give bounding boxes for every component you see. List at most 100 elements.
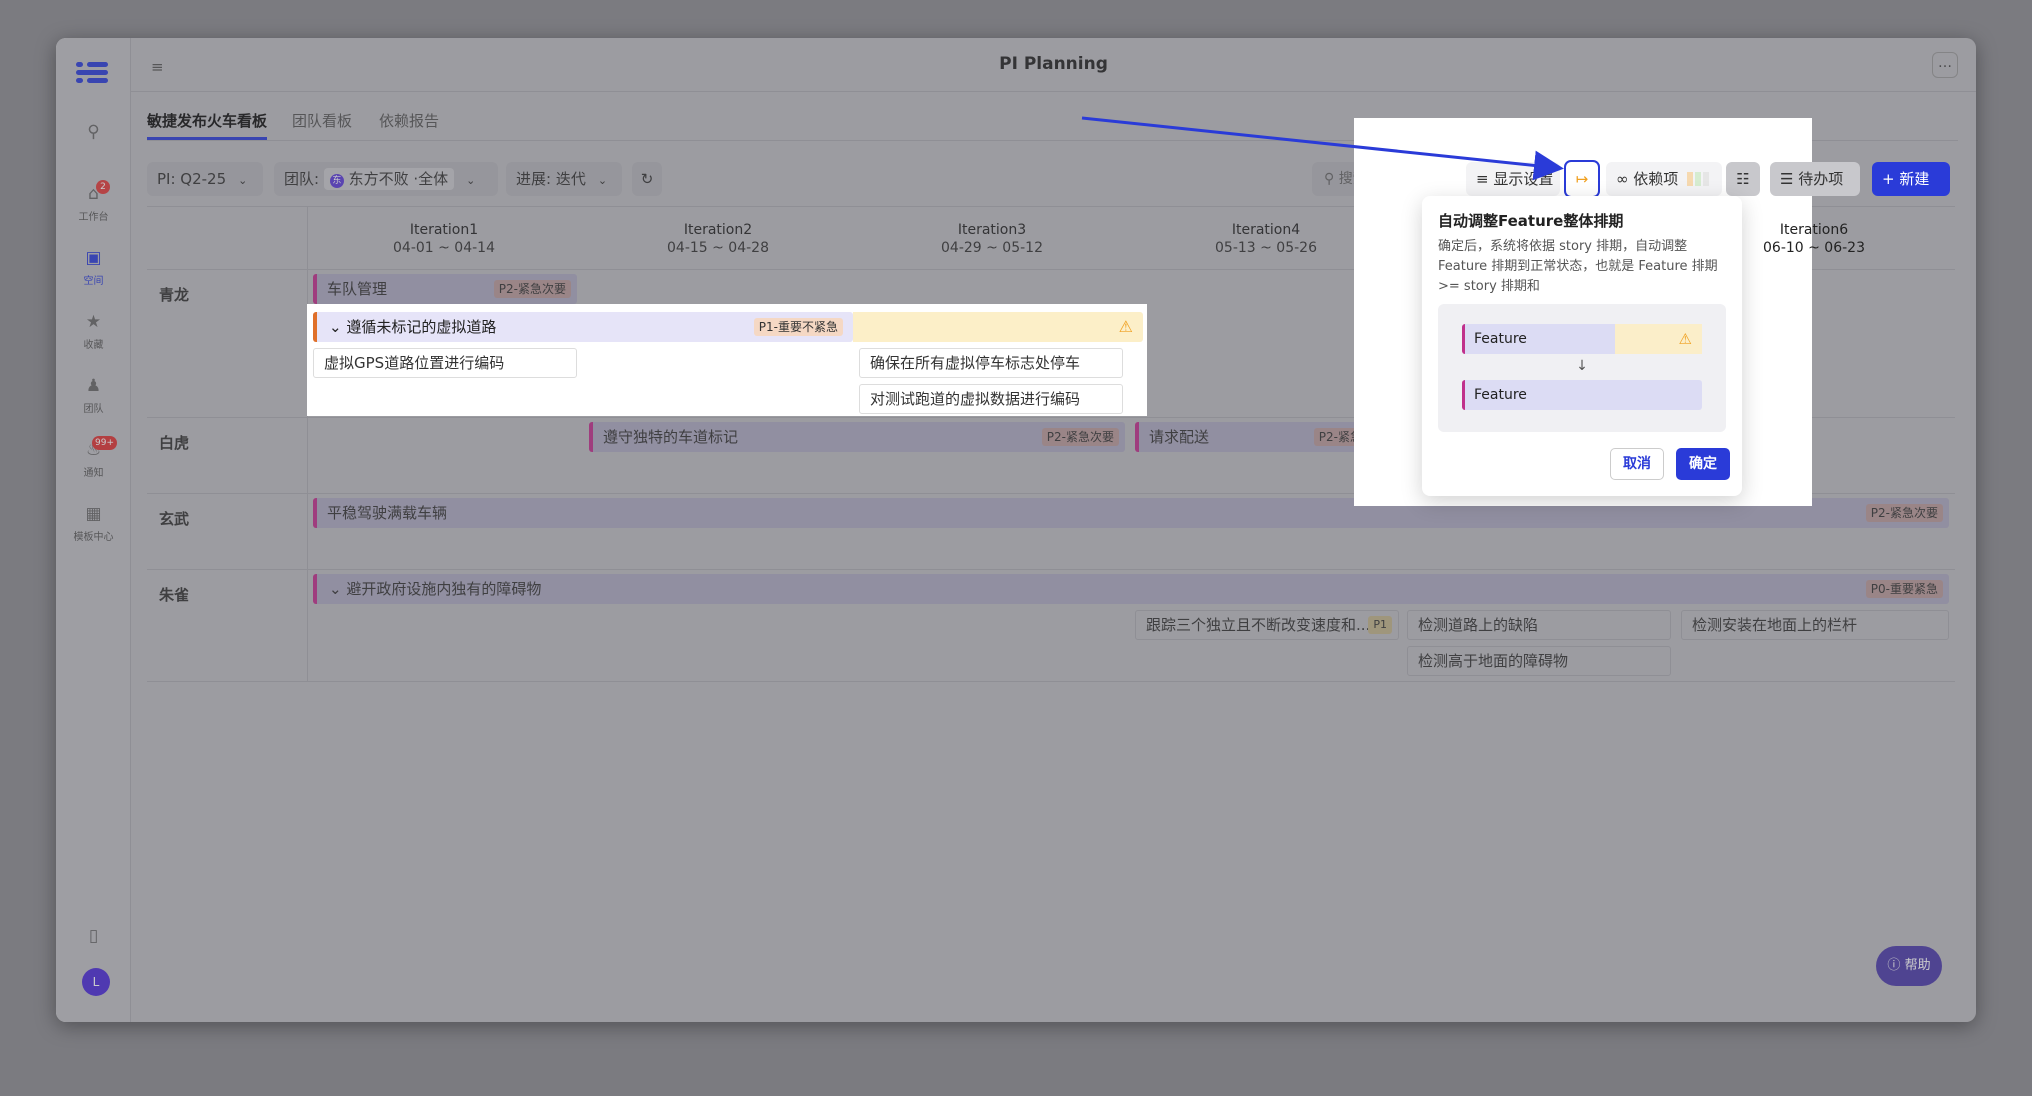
story-title: 确保在所有虚拟停车标志处停车: [870, 354, 1081, 372]
popover-illustration: ⚠ Feature ↓ Feature: [1438, 304, 1726, 432]
story-card[interactable]: 检测道路上的缺陷: [1407, 610, 1671, 640]
more-button[interactable]: …: [1932, 52, 1958, 78]
story-card[interactable]: 检测安装在地面上的栏杆: [1681, 610, 1949, 640]
new-button[interactable]: + 新建: [1872, 162, 1950, 196]
priority-tag: P1-重要不紧急: [753, 318, 843, 336]
stack-icon: ☰: [1780, 170, 1794, 188]
priority-tag: P0-重要紧急: [1865, 580, 1943, 598]
rail-item-space[interactable]: ▣ 空间: [56, 248, 131, 287]
lane-zhuque: 朱雀 ⌄ 避开政府设施内独有的障碍物 P0-重要紧急 跟踪三个独立且不断改变速度…: [147, 570, 1955, 682]
new-label: 新建: [1899, 170, 1930, 188]
refresh-button[interactable]: ↻: [632, 162, 662, 196]
search-icon: ⚲: [87, 122, 100, 142]
help-icon: ⓘ: [1887, 958, 1901, 973]
lane-name: 白虎: [159, 434, 190, 452]
confirm-button[interactable]: 确定: [1676, 448, 1730, 480]
user-avatar[interactable]: L: [82, 968, 110, 996]
story-title: 检测高于地面的障碍物: [1418, 652, 1569, 670]
rail-label: 空间: [83, 276, 104, 287]
dependencies-label: 依赖项: [1633, 170, 1679, 188]
feature-title: 遵守独特的车道标记: [603, 428, 739, 446]
arrow-down-icon: ↓: [1576, 358, 1588, 374]
story-card[interactable]: 确保在所有虚拟停车标志处停车: [859, 348, 1123, 378]
lane-name: 玄武: [159, 510, 190, 528]
feature-bar[interactable]: ⌄ 避开政府设施内独有的障碍物 P0-重要紧急: [313, 574, 1949, 604]
team-pill: 东 东方不败 ·全体: [323, 168, 455, 190]
auto-adjust-popover: 自动调整Feature整体排期 确定后，系统将依据 story 排期，自动调整 …: [1422, 196, 1742, 496]
highlight-feature-region: ⌄ 遵循未标记的虚拟道路 P1-重要不紧急 ⚠ 虚拟GPS道路位置进行编码 确保…: [307, 304, 1147, 416]
rail-label: 团队: [83, 404, 104, 415]
feature-bar[interactable]: 遵守独特的车道标记 P2-紧急次要: [589, 422, 1125, 452]
dependencies-button[interactable]: ∞ 依赖项: [1606, 162, 1722, 196]
hierarchy-icon: ☷: [1736, 170, 1750, 188]
iteration-col-3: Iteration3 04-29 ~ 05-12: [941, 222, 1043, 256]
rail-item-team[interactable]: ♟ 团队: [56, 376, 131, 415]
feature-bar[interactable]: 车队管理 P2-紧急次要: [313, 274, 577, 304]
rail-label: 模板中心: [73, 532, 114, 543]
help-button[interactable]: ⓘ 帮助: [1876, 946, 1942, 986]
story-card[interactable]: 虚拟GPS道路位置进行编码: [313, 348, 577, 378]
lane-name: 青龙: [159, 286, 190, 304]
tab-dependency-report[interactable]: 依赖报告: [379, 110, 439, 131]
priority-tag: P2-紧急次要: [493, 280, 571, 298]
iteration-col-1: Iteration1 04-01 ~ 04-14: [393, 222, 495, 256]
team-value: 东方不败 ·全体: [348, 170, 449, 188]
priority-tag: P1: [1368, 616, 1392, 634]
auto-adjust-button[interactable]: ↦: [1564, 160, 1600, 198]
rail-item-notifications[interactable]: ♨ 99+ 通知: [56, 436, 131, 479]
pi-select[interactable]: PI: Q2-25 ⌄: [147, 162, 263, 196]
template-icon: ▦: [85, 504, 102, 524]
priority-tag: P2-紧急次要: [1865, 504, 1943, 522]
rail-label: 工作台: [78, 212, 109, 223]
app-logo[interactable]: [76, 62, 108, 84]
story-title: 跟踪三个独立且不断改变速度和...: [1146, 616, 1371, 634]
mobile-nav[interactable]: ▯: [56, 926, 131, 950]
progress-select[interactable]: 进展: 迭代 ⌄: [506, 162, 622, 196]
cancel-button[interactable]: 取消: [1610, 448, 1664, 480]
overdue-segment: ⚠: [853, 312, 1143, 342]
popover-description: 确定后，系统将依据 story 排期，自动调整 Feature 排期到正常状态，…: [1438, 239, 1718, 294]
story-card[interactable]: 跟踪三个独立且不断改变速度和... P1: [1135, 610, 1399, 640]
tab-release-train[interactable]: 敏捷发布火车看板: [147, 110, 268, 140]
notification-badge: 99+: [92, 436, 117, 450]
demo-feature-label: Feature: [1474, 387, 1527, 403]
left-rail: ⚲ ⌂ 2 工作台 ▣ 空间 ★ 收藏 ♟ 团队 ♨ 99+ 通知 ▦ 模板中心: [56, 38, 131, 1022]
sliders-icon: ≡: [1476, 170, 1489, 188]
rail-label: 收藏: [83, 340, 104, 351]
feature-bar[interactable]: ⌄ 遵循未标记的虚拟道路 P1-重要不紧急: [313, 312, 853, 342]
chevron-down-icon[interactable]: ⌄: [329, 318, 342, 336]
rail-item-favorites[interactable]: ★ 收藏: [56, 312, 131, 351]
rail-item-workbench[interactable]: ⌂ 2 工作台: [56, 180, 131, 223]
warning-icon: ⚠: [1678, 330, 1692, 348]
search-icon: ⚲: [1324, 171, 1335, 187]
display-settings-label: 显示设置: [1493, 170, 1554, 188]
progress-value: 进展: 迭代: [516, 170, 586, 188]
warning-icon: ⚠: [1118, 317, 1133, 336]
search-nav[interactable]: ⚲: [56, 122, 131, 146]
star-icon: ★: [85, 312, 102, 332]
chevron-down-icon[interactable]: ⌄: [329, 580, 342, 598]
rail-label: 通知: [83, 468, 104, 479]
story-title: 检测安装在地面上的栏杆: [1692, 616, 1858, 634]
space-icon: ▣: [85, 248, 102, 268]
auto-adjust-icon: ↦: [1575, 170, 1589, 188]
team-icon: ♟: [85, 376, 102, 396]
tab-team-board[interactable]: 团队看板: [292, 110, 352, 131]
help-label: 帮助: [1904, 958, 1931, 973]
display-settings-button[interactable]: ≡ 显示设置: [1466, 162, 1560, 196]
refresh-icon: ↻: [640, 170, 654, 188]
todo-button[interactable]: ☰ 待办项: [1770, 162, 1860, 196]
story-card[interactable]: 对测试跑道的虚拟数据进行编码: [859, 384, 1123, 414]
story-card[interactable]: 检测高于地面的障碍物: [1407, 646, 1671, 676]
rail-item-templates[interactable]: ▦ 模板中心: [56, 504, 131, 543]
feature-title: 平稳驾驶满载车辆: [327, 504, 448, 522]
feature-title: 避开政府设施内独有的障碍物: [346, 580, 542, 598]
mobile-icon: ▯: [88, 926, 99, 946]
team-select[interactable]: 团队: 东 东方不败 ·全体 ⌄: [274, 162, 498, 196]
popover-title: 自动调整Feature整体排期: [1438, 212, 1624, 230]
page-title: PI Planning: [999, 54, 1108, 74]
story-title: 对测试跑道的虚拟数据进行编码: [870, 390, 1081, 408]
priority-tag: P2-紧急次要: [1041, 428, 1119, 446]
app-window: ⚲ ⌂ 2 工作台 ▣ 空间 ★ 收藏 ♟ 团队 ♨ 99+ 通知 ▦ 模板中心: [56, 38, 1976, 1022]
hierarchy-button[interactable]: ☷: [1726, 162, 1760, 196]
